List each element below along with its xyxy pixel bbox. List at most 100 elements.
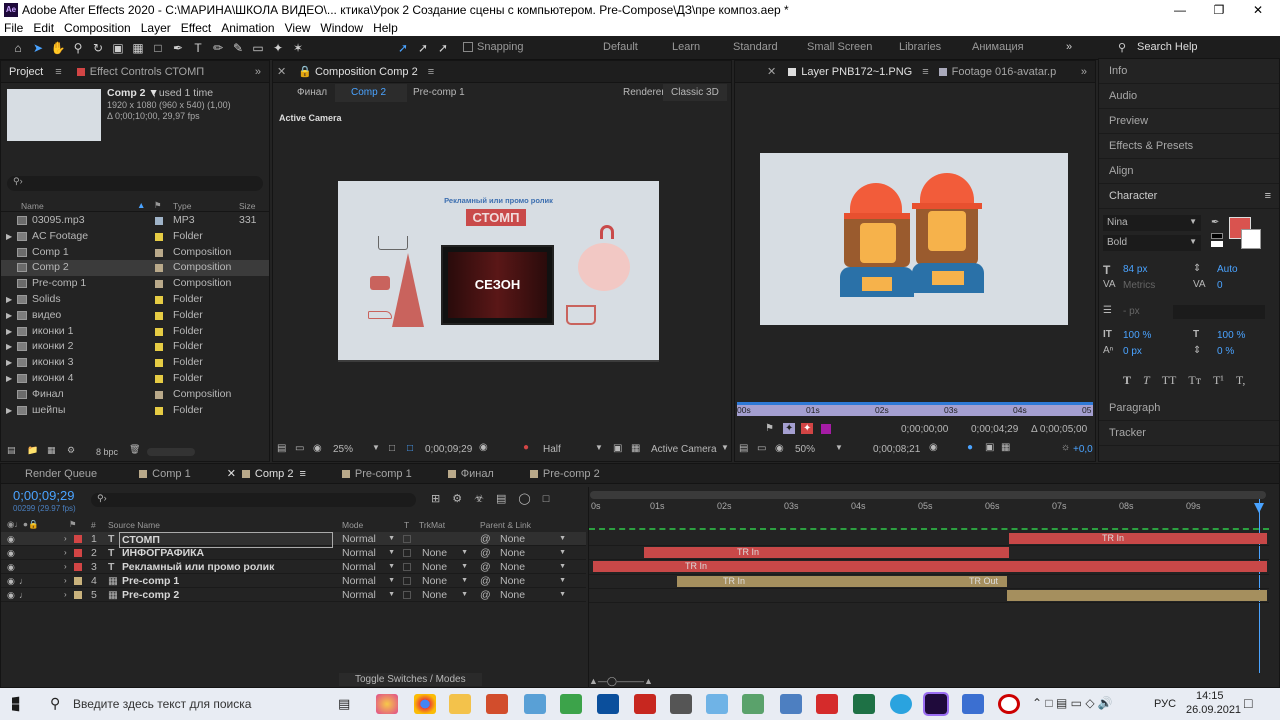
workspace-learn[interactable]: Learn xyxy=(672,41,700,53)
layer-marker[interactable]: TR In xyxy=(715,576,745,587)
faux-italic-button[interactable]: T xyxy=(1143,373,1150,387)
preserve-transparency-checkbox[interactable] xyxy=(403,549,411,557)
pickwhip-icon[interactable]: @ xyxy=(480,532,491,546)
layer-time-ruler[interactable]: 00s 01s 02s 03s 04s 05 xyxy=(737,402,1093,416)
layer-tab-menu-icon[interactable]: ≡ xyxy=(920,61,930,82)
notifications-icon[interactable]: □ xyxy=(1244,695,1252,711)
workspace-libraries[interactable]: Libraries xyxy=(899,41,941,53)
view-axis-icon[interactable]: ➚ xyxy=(433,38,453,58)
kerning-value[interactable]: Metrics xyxy=(1123,280,1155,291)
pickwhip-icon[interactable]: @ xyxy=(480,560,491,574)
search-help-input[interactable]: Search Help xyxy=(1137,41,1198,53)
snapping-checkbox[interactable] xyxy=(463,42,473,52)
layer-label-color[interactable] xyxy=(74,563,82,571)
interpret-footage-icon[interactable]: ▤ xyxy=(7,445,16,456)
mask-icon[interactable]: □ xyxy=(407,443,413,454)
layer-zoom-dropdown[interactable]: 50% xyxy=(795,444,815,455)
render-toggle-icon[interactable]: ✦ xyxy=(783,423,796,434)
breadcrumb-final[interactable]: Финал xyxy=(297,87,327,98)
list-item[interactable]: Comp 1 Composition xyxy=(1,245,269,261)
transparency-icon[interactable]: ▦ xyxy=(1001,442,1010,453)
layer-duration-bar[interactable] xyxy=(1007,589,1267,601)
visibility-eye-icon[interactable]: ◉ xyxy=(7,546,15,560)
panel-character[interactable]: Character ≡ xyxy=(1099,184,1279,209)
delete-icon[interactable]: 🗑 xyxy=(129,444,140,455)
close-button[interactable]: ✕ xyxy=(1238,0,1278,20)
all-caps-button[interactable]: TT xyxy=(1162,373,1177,387)
layer-timecode[interactable]: 0;00;08;21 xyxy=(873,444,920,455)
language-indicator[interactable]: РУС xyxy=(1154,698,1176,710)
menu-view[interactable]: View xyxy=(280,20,316,36)
channel-icon[interactable]: ● xyxy=(523,442,529,453)
leading-value[interactable]: Auto xyxy=(1217,264,1238,275)
visibility-eye-icon[interactable]: ◉ xyxy=(7,560,15,574)
mode-dropdown[interactable]: Normal ▼ xyxy=(342,574,397,588)
parent-dropdown[interactable]: None ▼ xyxy=(500,560,568,574)
menu-layer[interactable]: Layer xyxy=(136,20,176,36)
panel-overflow-icon[interactable]: » xyxy=(1073,61,1095,83)
list-item[interactable]: ▶ иконки 2 Folder xyxy=(1,339,269,355)
trkmat-dropdown[interactable]: None ▼ xyxy=(422,588,470,602)
parent-dropdown[interactable]: None ▼ xyxy=(500,588,568,602)
type-tool-icon[interactable]: T xyxy=(188,38,208,58)
tab-footage[interactable]: Footage 016-avatar.p xyxy=(931,61,1065,82)
timeline-tab[interactable]: Pre-comp 2 xyxy=(512,464,618,483)
faux-bold-button[interactable]: T xyxy=(1123,373,1131,387)
work-area-bar[interactable] xyxy=(590,491,1266,499)
minimize-button[interactable]: — xyxy=(1160,0,1200,20)
label-column-icon[interactable]: ⚑ xyxy=(154,200,162,211)
tab-effect-controls[interactable]: Effect Controls СТОМП xyxy=(69,61,212,82)
layer-marker[interactable]: TR Out xyxy=(961,576,998,587)
breadcrumb-precomp1[interactable]: Pre-comp 1 xyxy=(413,87,465,98)
task-view-icon[interactable]: ▤ xyxy=(338,696,350,712)
trkmat-dropdown[interactable]: None ▼ xyxy=(422,560,470,574)
column-mode[interactable]: Mode xyxy=(342,520,363,530)
list-item[interactable]: ▶ иконки 4 Folder xyxy=(1,371,269,387)
color-toggle-icon[interactable] xyxy=(821,424,831,434)
app-telegram-icon[interactable] xyxy=(890,694,912,714)
expand-chevron-icon[interactable]: ▶ xyxy=(6,403,12,419)
preserve-transparency-checkbox[interactable] xyxy=(403,535,411,543)
mode-dropdown[interactable]: Normal ▼ xyxy=(342,588,397,602)
preserve-transparency-checkbox[interactable] xyxy=(403,577,411,585)
app-blue-icon[interactable] xyxy=(706,694,728,714)
column-trkmat[interactable]: TrkMat xyxy=(419,520,445,530)
menu-file[interactable]: File xyxy=(0,20,28,36)
region-of-interest-icon[interactable]: ▣ xyxy=(613,443,622,454)
layer-marker[interactable]: TR In xyxy=(1094,533,1124,544)
panel-paragraph[interactable]: Paragraph xyxy=(1099,396,1279,421)
layer-name[interactable]: ИНФОГРАФИКА xyxy=(122,546,204,560)
layer-duration-bar[interactable] xyxy=(644,547,1009,559)
timeline-tab[interactable]: ✕ Comp 2 ≡ xyxy=(209,464,324,483)
app-ozc-icon[interactable] xyxy=(742,694,764,714)
tracking-value[interactable]: 0 xyxy=(1217,280,1223,291)
tab-menu-icon[interactable]: ≡ xyxy=(51,61,65,82)
panel-info[interactable]: Info xyxy=(1099,59,1279,84)
list-item[interactable]: ▶ видео Folder xyxy=(1,308,269,324)
panel-overflow-icon[interactable]: » xyxy=(247,61,269,83)
font-style-dropdown[interactable]: Bold ▼ xyxy=(1103,235,1201,251)
exposure-value[interactable]: +0,0 xyxy=(1073,444,1093,455)
world-axis-icon[interactable]: ➚ xyxy=(413,38,433,58)
tsume-value[interactable]: 0 % xyxy=(1217,346,1234,357)
project-settings-icon[interactable]: ⚙ xyxy=(67,445,75,456)
list-item[interactable]: 03095.mp3 MP3 331 xyxy=(1,213,269,229)
panel-tracker[interactable]: Tracker xyxy=(1099,421,1279,446)
app-after-effects-icon[interactable] xyxy=(923,692,949,716)
expand-chevron-icon[interactable]: › xyxy=(64,560,67,574)
menu-edit[interactable]: Edit xyxy=(28,20,59,36)
trkmat-dropdown[interactable]: None ▼ xyxy=(422,574,470,588)
item-label-color[interactable] xyxy=(155,390,163,399)
list-item[interactable]: ▶ шейпы Folder xyxy=(1,403,269,419)
item-label-color[interactable] xyxy=(155,217,163,225)
local-axis-icon[interactable]: ➚ xyxy=(393,38,413,58)
mode-dropdown[interactable]: Normal ▼ xyxy=(342,546,397,560)
parent-dropdown[interactable]: None ▼ xyxy=(500,532,568,546)
new-comp-icon[interactable]: ▦ xyxy=(47,445,56,456)
baseline-shift-value[interactable]: 0 px xyxy=(1123,346,1142,357)
app-green-icon[interactable] xyxy=(560,694,582,714)
subscript-button[interactable]: T, xyxy=(1236,373,1245,387)
item-label-color[interactable] xyxy=(155,327,163,336)
clock-time[interactable]: 14:15 xyxy=(1196,690,1224,702)
audio-icon[interactable]: ♩ xyxy=(19,574,28,588)
